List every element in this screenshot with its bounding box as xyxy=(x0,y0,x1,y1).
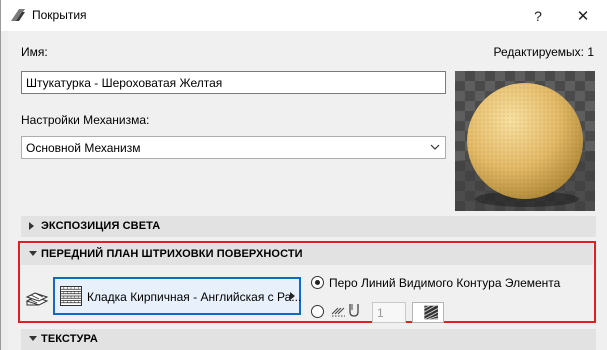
pen-option-label: Перо Линий Видимого Контура Элемента xyxy=(329,276,561,290)
section-surface-hatch[interactable]: ПЕРЕДНИЙ ПЛАН ШТРИХОВКИ ПОВЕРХНОСТИ xyxy=(21,244,593,265)
pen-icon xyxy=(331,304,359,317)
material-sphere-image xyxy=(455,71,595,211)
engine-select[interactable]: Основной Механизм xyxy=(21,136,446,159)
fill-pattern-icon xyxy=(25,292,49,306)
chevron-down-icon xyxy=(29,251,37,256)
material-preview xyxy=(455,71,595,211)
chevron-down-icon xyxy=(430,144,440,150)
fill-type-label: Кладка Кирпичная - Английская с Ра... xyxy=(87,290,302,304)
engine-settings-label: Настройки Механизма: xyxy=(21,113,150,127)
chevron-right-icon xyxy=(29,222,34,230)
left-frame xyxy=(1,31,8,350)
editable-count: Редактируемых: 1 xyxy=(493,45,594,59)
fill-type-button[interactable]: Кладка Кирпичная - Английская с Ра... xyxy=(53,277,301,315)
help-button[interactable]: ? xyxy=(516,0,560,31)
chevron-right-icon xyxy=(290,292,295,300)
window-title: Покрытия xyxy=(32,8,87,22)
name-label: Имя: xyxy=(21,45,48,59)
title-bar: Покрытия ? ✕ xyxy=(1,0,607,31)
custom-pen-radio[interactable] xyxy=(311,305,324,318)
section-surface-hatch-label: ПЕРЕДНИЙ ПЛАН ШТРИХОВКИ ПОВЕРХНОСТИ xyxy=(41,248,303,260)
brick-pattern-icon xyxy=(60,286,82,306)
surfaces-dialog: Покрытия ? ✕ Имя: Редактируемых: 1 Настр… xyxy=(0,0,607,350)
section-light-exposure-label: ЭКСПОЗИЦИЯ СВЕТА xyxy=(41,220,161,232)
name-input[interactable] xyxy=(21,71,446,94)
pen-number-field[interactable]: 1 xyxy=(372,302,406,323)
chevron-down-icon xyxy=(29,336,37,341)
section-texture[interactable]: ТЕКСТУРА xyxy=(21,329,596,350)
pen-option-radio[interactable] xyxy=(311,276,324,289)
engine-select-value: Основной Механизм xyxy=(26,141,141,155)
pen-color-swatch[interactable] xyxy=(412,302,444,323)
section-texture-label: ТЕКСТУРА xyxy=(41,333,98,345)
section-light-exposure[interactable]: ЭКСПОЗИЦИЯ СВЕТА xyxy=(21,216,596,237)
close-button[interactable]: ✕ xyxy=(561,0,605,31)
archicad-logo-icon xyxy=(10,8,26,22)
